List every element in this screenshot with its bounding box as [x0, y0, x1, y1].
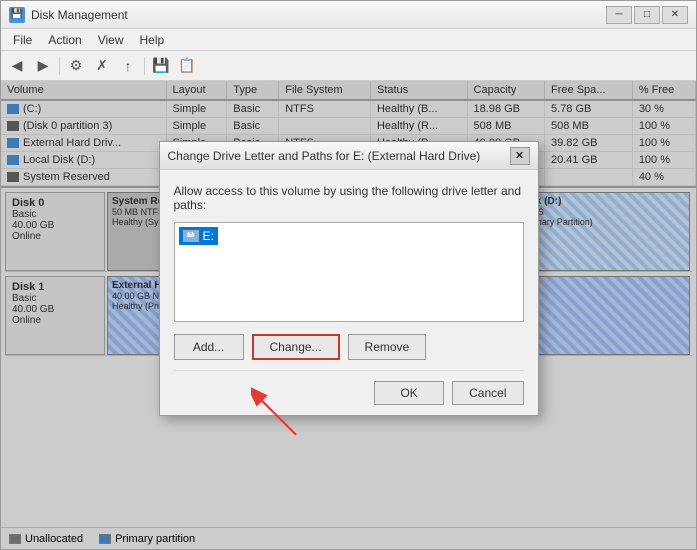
minimize-button[interactable]: ─	[606, 6, 632, 24]
title-bar: 💾 Disk Management ─ □ ✕	[1, 1, 696, 29]
menu-action[interactable]: Action	[40, 31, 89, 49]
toolbar-separator-1	[59, 57, 60, 75]
change-button[interactable]: Change...	[252, 334, 340, 360]
dialog-description: Allow access to this volume by using the…	[174, 184, 524, 212]
menu-help[interactable]: Help	[132, 31, 173, 49]
dialog-body: Allow access to this volume by using the…	[160, 170, 538, 415]
clipboard-button[interactable]: 📋	[175, 55, 199, 77]
app-icon: 💾	[9, 7, 25, 23]
dialog-title-bar: Change Drive Letter and Paths for E: (Ex…	[160, 142, 538, 170]
drive-letter-listbox[interactable]: 🖴 E:	[174, 222, 524, 322]
cancel-button[interactable]: Cancel	[452, 381, 523, 405]
menu-file[interactable]: File	[5, 31, 40, 49]
forward-button[interactable]: ▶	[31, 55, 55, 77]
properties-button[interactable]: ⚙	[64, 55, 88, 77]
drive-letter-value: E:	[203, 229, 214, 243]
close-button[interactable]: ✕	[662, 6, 688, 24]
menu-bar: File Action View Help	[1, 29, 696, 51]
toolbar-separator-2	[144, 57, 145, 75]
window-controls: ─ □ ✕	[606, 6, 688, 24]
menu-view[interactable]: View	[90, 31, 132, 49]
dialog-action-buttons: Add... Change... Remove	[174, 334, 524, 360]
change-drive-letter-dialog: Change Drive Letter and Paths for E: (Ex…	[159, 141, 539, 416]
dialog-ok-cancel-row: OK Cancel	[174, 370, 524, 405]
drive-small-icon: 🖴	[183, 230, 199, 242]
main-window: 💾 Disk Management ─ □ ✕ File Action View…	[0, 0, 697, 550]
title-bar-left: 💾 Disk Management	[9, 7, 128, 23]
back-button[interactable]: ◀	[5, 55, 29, 77]
content-area: Volume Layout Type File System Status Ca…	[1, 81, 696, 549]
toolbar: ◀ ▶ ⚙ ✗ ↑ 💾 📋	[1, 51, 696, 81]
dialog-title: Change Drive Letter and Paths for E: (Ex…	[168, 149, 481, 163]
window-title: Disk Management	[31, 8, 128, 22]
refresh-button[interactable]: ↑	[116, 55, 140, 77]
disk-button[interactable]: 💾	[149, 55, 173, 77]
dialog-overlay: Change Drive Letter and Paths for E: (Ex…	[1, 81, 696, 549]
remove-button[interactable]: Remove	[348, 334, 427, 360]
maximize-button[interactable]: □	[634, 6, 660, 24]
delete-button[interactable]: ✗	[90, 55, 114, 77]
add-button[interactable]: Add...	[174, 334, 244, 360]
dialog-close-button[interactable]: ✕	[510, 147, 530, 165]
drive-letter-item[interactable]: 🖴 E:	[179, 227, 218, 245]
ok-button[interactable]: OK	[374, 381, 444, 405]
